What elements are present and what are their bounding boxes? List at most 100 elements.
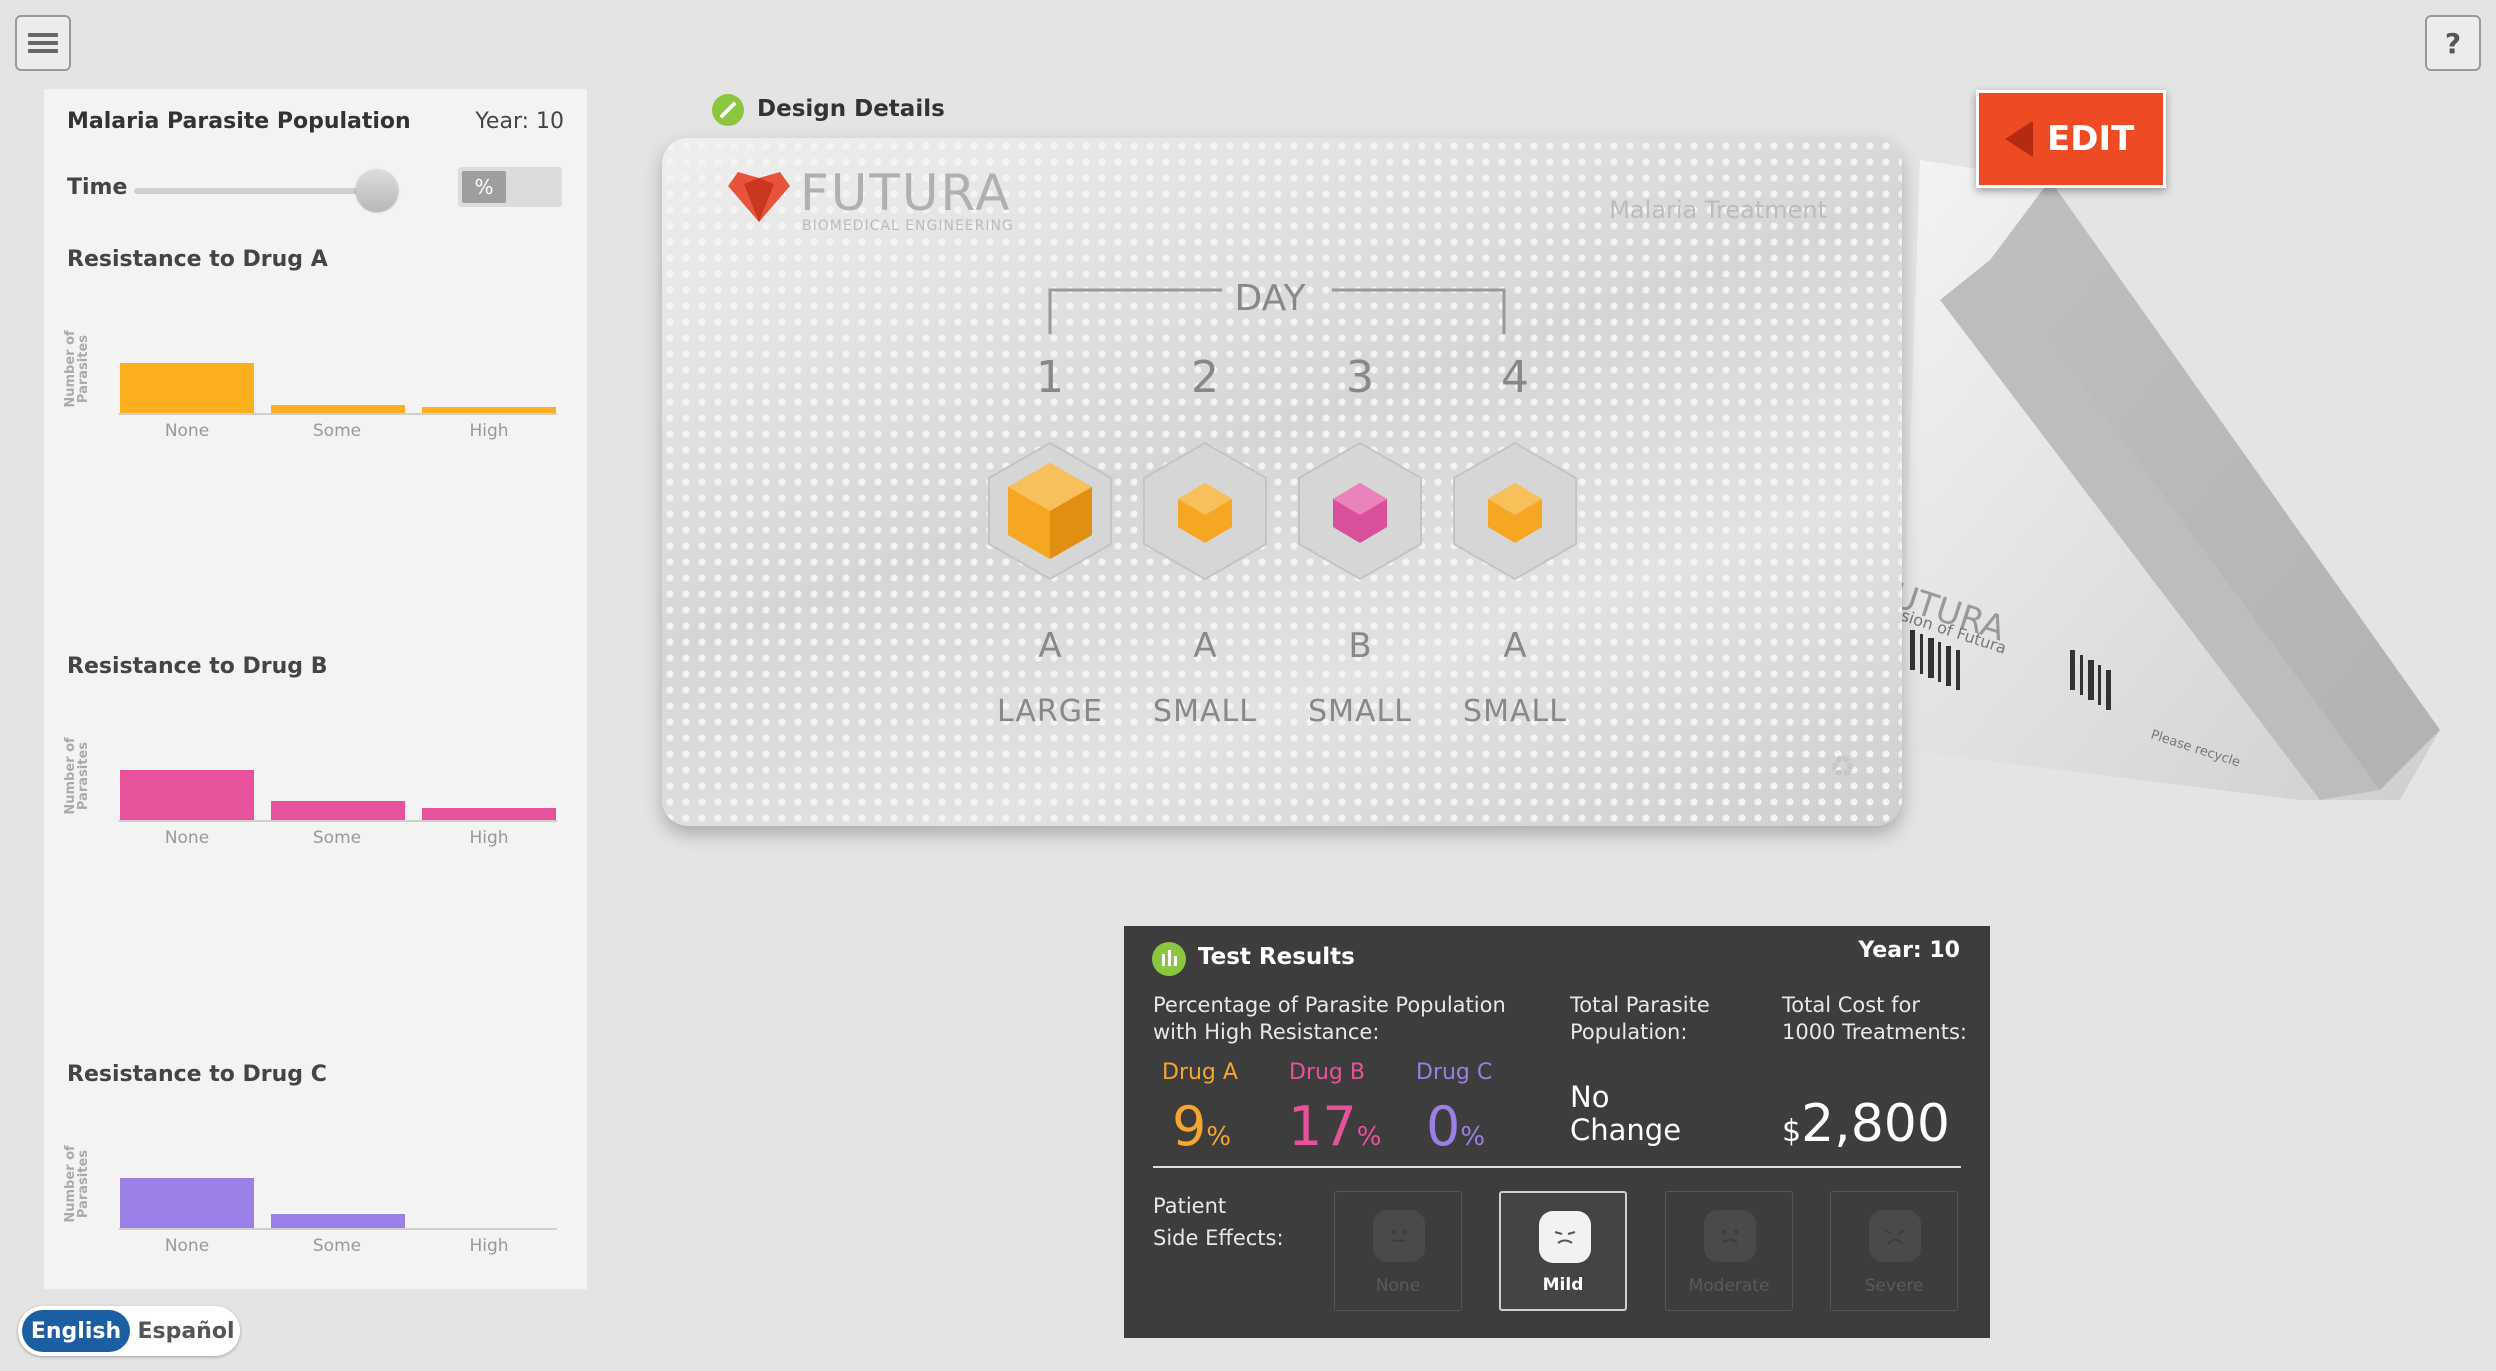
drug-a-chart: Number of Parasites None Some High	[44, 289, 587, 549]
bar-none	[120, 1178, 254, 1228]
results-title: Test Results	[1198, 944, 1355, 970]
bar-none	[120, 770, 254, 820]
bar-chart-icon	[1152, 942, 1186, 976]
drug-c-name: Drug C	[1416, 1060, 1493, 1085]
category-label-none: None	[164, 421, 210, 441]
design-details-title: Design Details	[757, 96, 945, 122]
side-effects-label: Patient Side Effects:	[1153, 1194, 1284, 1250]
y-axis-label: Number of Parasites	[63, 330, 91, 408]
side-effect-mild[interactable]: Mild	[1499, 1191, 1627, 1311]
brand-subtitle: BIOMEDICAL ENGINEERING	[802, 218, 1014, 234]
bar-high	[422, 407, 556, 413]
y-axis-label: Number of Parasites	[63, 737, 91, 815]
drug-label-day-1: A	[1038, 626, 1062, 666]
bar-some	[271, 801, 405, 820]
language-english-button[interactable]: English	[22, 1310, 130, 1352]
moderate-face-icon	[1704, 1210, 1756, 1262]
help-button[interactable]: ?	[2425, 15, 2481, 71]
drug-b-name: Drug B	[1289, 1060, 1365, 1085]
day-number-2: 2	[1191, 352, 1219, 403]
category-label-high: High	[469, 421, 509, 441]
pill-day-1	[985, 441, 1115, 581]
high-resistance-label: Percentage of Parasite Population with Hi…	[1153, 993, 1506, 1044]
bar-some	[271, 1214, 405, 1228]
category-label-high: High	[469, 828, 509, 848]
drug-label-day-4: A	[1503, 626, 1527, 666]
bar-high	[422, 808, 556, 820]
day-number-1: 1	[1036, 352, 1064, 403]
severe-face-icon	[1869, 1210, 1921, 1262]
population-change-value: No Change	[1570, 1080, 1682, 1147]
x-axis	[119, 413, 557, 415]
packaging-box: UTURA sion of Futura Please recycle	[1887, 160, 2440, 800]
drug-b-chart-heading: Resistance to Drug B	[67, 654, 328, 679]
time-slider-thumb[interactable]	[356, 169, 398, 211]
category-label-some: Some	[312, 1236, 362, 1256]
pill-day-2	[1140, 441, 1270, 581]
pill-day-4	[1450, 441, 1580, 581]
dose-label-day-2: SMALL	[1153, 694, 1257, 729]
side-effect-moderate[interactable]: Moderate	[1665, 1191, 1793, 1311]
side-effect-severe-label: Severe	[1864, 1276, 1924, 1296]
percent-toggle[interactable]: %	[458, 167, 562, 207]
total-cost-value: $2,800	[1782, 1094, 1950, 1154]
dose-label-day-4: SMALL	[1463, 694, 1567, 729]
percent-toggle-knob: %	[462, 171, 506, 203]
total-population-label: Total Parasite Population:	[1570, 993, 1710, 1044]
drug-a-chart-heading: Resistance to Drug A	[67, 247, 328, 272]
hamburger-menu-icon	[28, 33, 58, 53]
brand-name: FUTURA	[800, 164, 1012, 222]
category-label-none: None	[164, 828, 210, 848]
category-label-some: Some	[312, 828, 362, 848]
neutral-face-icon	[1373, 1210, 1425, 1262]
language-toggle[interactable]: English Español	[18, 1306, 240, 1356]
side-effect-mild-label: Mild	[1542, 1275, 1584, 1295]
drug-b-chart: Number of Parasites None Some High	[44, 696, 587, 956]
side-effect-severe[interactable]: Severe	[1830, 1191, 1958, 1311]
side-effect-moderate-label: Moderate	[1688, 1276, 1770, 1296]
recycle-icon: ♻	[1829, 750, 1856, 785]
design-details-icon	[712, 94, 744, 126]
side-effect-none[interactable]: None	[1334, 1191, 1462, 1311]
day-number-4: 4	[1501, 352, 1529, 403]
test-results-panel: Test Results Year: 10 Percentage of Para…	[1124, 926, 1990, 1338]
mild-face-icon	[1539, 1211, 1591, 1263]
results-year: Year: 10	[1858, 938, 1960, 963]
day-number-3: 3	[1346, 352, 1374, 403]
edit-button[interactable]: EDIT	[1976, 90, 2166, 188]
help-icon: ?	[2444, 26, 2462, 60]
category-label-high: High	[469, 1236, 509, 1256]
blister-pack-card: FUTURA BIOMEDICAL ENGINEERING Malaria Tr…	[662, 138, 1902, 826]
category-label-none: None	[164, 1236, 210, 1256]
sidebar-title: Malaria Parasite Population	[67, 109, 411, 134]
total-cost-label: Total Cost for 1000 Treatments:	[1782, 993, 1967, 1044]
bar-some	[271, 405, 405, 413]
back-arrow-icon	[2005, 121, 2033, 157]
x-axis	[119, 820, 557, 822]
drug-label-day-2: A	[1193, 626, 1217, 666]
futura-logo-icon	[728, 172, 790, 222]
x-axis	[119, 1228, 557, 1230]
y-axis-label: Number of Parasites	[63, 1145, 91, 1223]
edit-label: EDIT	[2047, 119, 2135, 159]
dose-label-day-1: LARGE	[997, 694, 1103, 729]
menu-button[interactable]	[15, 15, 71, 71]
sidebar-year: Year: 10	[475, 109, 564, 134]
day-label: DAY	[1234, 278, 1306, 319]
language-spanish-button[interactable]: Español	[136, 1310, 236, 1352]
drug-a-name: Drug A	[1162, 1060, 1238, 1085]
drug-label-day-3: B	[1348, 626, 1372, 666]
side-effect-none-label: None	[1375, 1276, 1421, 1296]
time-label: Time	[67, 175, 128, 200]
drug-c-percentage: 0%	[1426, 1095, 1486, 1158]
drug-c-chart-heading: Resistance to Drug C	[67, 1062, 327, 1087]
bar-none	[120, 363, 254, 413]
drug-a-percentage: 9%	[1172, 1095, 1232, 1158]
results-divider	[1153, 1166, 1961, 1168]
dose-label-day-3: SMALL	[1308, 694, 1412, 729]
category-label-some: Some	[312, 421, 362, 441]
product-name: Malaria Treatment	[1609, 196, 1827, 224]
pill-day-3	[1295, 441, 1425, 581]
time-slider-track[interactable]	[134, 169, 398, 211]
drug-b-percentage: 17%	[1288, 1095, 1382, 1158]
